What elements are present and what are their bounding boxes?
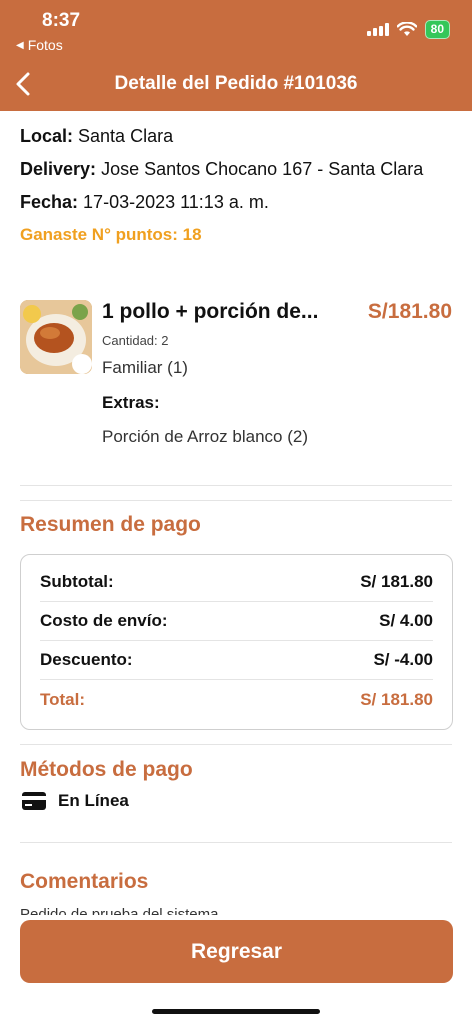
subtotal-label: Subtotal: <box>40 572 114 591</box>
delivery-line: Delivery: Jose Santos Chocano 167 - Sant… <box>20 159 450 180</box>
summary-row-discount: Descuento: S/ -4.00 <box>40 641 433 680</box>
summary-row-total: Total: S/ 181.80 <box>40 680 433 719</box>
divider <box>20 842 452 843</box>
product-thumbnail <box>20 300 92 374</box>
summary-title: Resumen de pago <box>20 513 201 536</box>
discount-label: Descuento: <box>40 650 133 669</box>
order-info: Local: Santa Clara Delivery: Jose Santos… <box>20 126 450 245</box>
points-earned: Ganaste N° puntos: 18 <box>20 225 202 244</box>
cellular-signal-icon <box>366 23 389 36</box>
product-quantity: Cantidad: 2 <box>102 333 169 348</box>
shipping-value: S/ 4.00 <box>379 611 433 630</box>
page-title: Detalle del Pedido #101036 <box>114 73 358 94</box>
date-line: Fecha: 17-03-2023 11:13 a. m. <box>20 192 450 213</box>
back-triangle-icon: ◀ <box>16 39 24 51</box>
local-label: Local: <box>20 126 74 146</box>
total-value: S/ 181.80 <box>360 689 433 709</box>
summary-row-subtotal: Subtotal: S/ 181.80 <box>40 563 433 602</box>
status-time: 8:37 <box>42 10 81 31</box>
wifi-icon <box>396 22 417 36</box>
comments-title: Comentarios <box>20 870 149 893</box>
total-label: Total: <box>40 689 86 709</box>
status-icons: 80 <box>366 20 450 39</box>
shipping-label: Costo de envío: <box>40 611 168 630</box>
divider <box>20 485 452 486</box>
local-value: Santa Clara <box>78 126 174 146</box>
divider <box>20 744 452 745</box>
product-price: S/181.80 <box>367 300 452 323</box>
app-header: 8:37 ◀ Fotos 80 Detalle del Pedido #1010… <box>0 0 472 111</box>
product-variant: Familiar (1) <box>102 358 188 377</box>
payment-methods-title: Métodos de pago <box>20 758 193 781</box>
divider <box>20 500 452 501</box>
extras-label: Extras: <box>102 393 160 412</box>
extra-item: Porción de Arroz blanco (2) <box>102 427 308 446</box>
payment-summary-card: Subtotal: S/ 181.80 Costo de envío: S/ 4… <box>20 554 453 730</box>
comment-text: Pedido de prueba del sistema <box>20 906 219 915</box>
home-indicator[interactable] <box>152 1009 320 1014</box>
local-line: Local: Santa Clara <box>20 126 450 147</box>
back-app-label: Fotos <box>27 37 63 53</box>
payment-method-label: En Línea <box>58 791 129 810</box>
battery-indicator: 80 <box>424 20 450 39</box>
date-label: Fecha: <box>20 192 79 212</box>
discount-value: S/ -4.00 <box>373 650 433 669</box>
summary-row-shipping: Costo de envío: S/ 4.00 <box>40 602 433 641</box>
payment-method: En Línea <box>22 791 129 811</box>
back-to-app-link[interactable]: ◀ Fotos <box>16 37 63 53</box>
delivery-value: Jose Santos Chocano 167 - Santa Clara <box>101 159 424 179</box>
product-name: 1 pollo + porción de... <box>102 300 319 323</box>
date-value: 17-03-2023 11:13 a. m. <box>83 192 269 212</box>
delivery-label: Delivery: <box>20 159 97 179</box>
back-button[interactable]: Regresar <box>20 920 453 983</box>
credit-card-icon <box>22 792 46 810</box>
subtotal-value: S/ 181.80 <box>360 572 433 591</box>
